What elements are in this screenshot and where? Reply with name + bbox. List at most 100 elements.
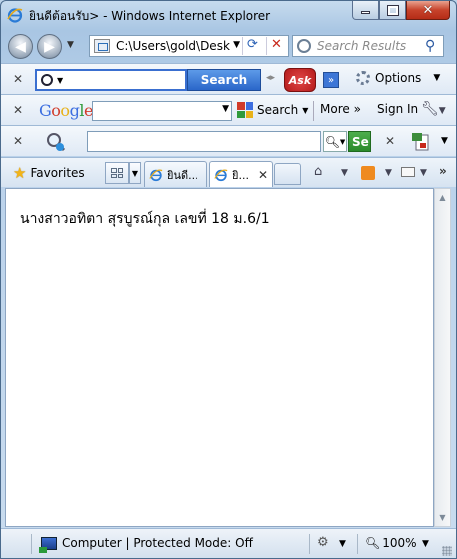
page-content: นางสาวอทิตา สุรบูรณ์กุล เลขที่ 18 ม.6/1 [5,188,434,527]
google-logo-letter: o [60,101,70,120]
magnifier-icon [41,74,53,86]
toolbar-search-input[interactable] [87,131,321,152]
google-toolbar: ✕ Google ▼ Search ▼ More » Sign In 🔧︎▼ [1,94,456,125]
search-box[interactable]: Search Results ⚲ [292,35,444,57]
toolbar-search-go-button[interactable]: Se [348,131,371,152]
mail-icon[interactable] [401,167,415,177]
options-label: Options [375,71,422,85]
forward-button[interactable]: ▶ [37,34,62,59]
protected-mode-icon[interactable]: ⚙︎ [317,535,329,550]
google-search-input[interactable]: ▼ [92,101,232,121]
minimize-icon [361,11,370,14]
google-search-button[interactable]: Search ▼ [237,102,308,118]
ask-search-input[interactable]: ▼ [35,69,187,91]
chevron-down-icon: ▼ [433,73,441,83]
tab-list-dropdown[interactable]: ▼ [129,162,141,184]
globe-search-icon [47,133,66,152]
chevron-down-icon[interactable]: ▼ [441,136,448,146]
recent-pages-dropdown[interactable]: ▼ [67,40,74,50]
close-tab-icon[interactable]: ✕ [258,168,268,182]
window-title: ยินดีต้อนรับ> - Windows Internet Explore… [29,9,271,23]
google-logo-letter: g [69,101,80,120]
chevron-down-icon[interactable]: ▼ [339,539,346,549]
tab-bar: ★ Favorites ▼ ยินดี... ยิ... ✕ ⌂ ▼ ▼ ▼ » [1,157,456,187]
home-icon[interactable]: ⌂ [314,164,322,179]
status-divider [357,534,358,554]
computer-icon [39,536,57,553]
favorites-button[interactable]: ★ Favorites [13,164,85,182]
status-divider [31,534,32,554]
tab-2-active[interactable]: ยิ... ✕ [209,161,273,187]
tab-label: ยิ... [232,168,249,182]
ask-options-button[interactable]: Options ▼ [356,71,440,85]
google-logo-letter: G [39,101,52,120]
toolbar-close-icon[interactable]: ✕ [385,134,395,148]
gear-icon [356,71,370,85]
chevron-down-icon[interactable]: ▼ [222,104,229,114]
quick-tabs-icon [111,168,123,178]
caption-buttons: ✕ [352,1,450,21]
search-toolbar: ✕ 🔍︎ ▼ Se ✕ ▼ [1,125,456,156]
google-more-button[interactable]: More » [320,102,361,116]
chevron-right-icon[interactable]: » [439,164,447,178]
star-icon: ★ [13,164,27,182]
ask-toolbar-close-icon[interactable]: ✕ [13,72,23,86]
magnifier-icon: 🔍︎ [324,134,340,149]
search-input[interactable]: Search Results [317,39,425,53]
tab-label: ยินดี... [167,168,197,182]
address-input[interactable]: C:\Users\gold\Desk [116,39,234,53]
feeds-icon[interactable] [361,166,375,180]
search-toolbar-close-icon[interactable]: ✕ [13,134,23,148]
search-provider-icon [297,39,311,53]
ask-more-button[interactable]: » [323,72,339,88]
status-divider [309,534,310,554]
chevron-down-icon[interactable]: ▼ [422,539,429,549]
resize-grip-icon[interactable] [442,546,452,556]
address-bar[interactable]: C:\Users\gold\Desk ▼ ⟳ ✕ [89,35,289,57]
google-signin-button[interactable]: Sign In [377,102,418,116]
magnifier-dropdown-button[interactable]: 🔍︎ ▼ [323,131,347,152]
address-dropdown[interactable]: ▼ [233,40,240,50]
page-text: นางสาวอทิตา สุรบูรณ์กุล เลขที่ 18 ม.6/1 [20,211,270,227]
tab-1[interactable]: ยินดี... [144,161,207,187]
pdf-convert-icon[interactable] [410,131,432,153]
close-button[interactable]: ✕ [406,1,450,20]
favorites-label: Favorites [30,166,85,180]
ask-logo-button[interactable]: Ask [284,68,316,92]
maximize-button[interactable] [379,1,406,20]
scroll-down-icon[interactable]: ▼ [435,509,450,526]
chevron-down-icon[interactable]: ▼ [341,168,348,178]
security-zone[interactable]: Computer | Protected Mode: Off [39,536,253,553]
chevron-down-icon[interactable]: ▼ [385,168,392,178]
page-icon [94,39,110,53]
ie-page-icon [214,169,228,181]
chevron-down-icon[interactable]: ▼ [57,76,63,85]
resize-grip-icon[interactable]: ◂▸ [266,73,275,83]
maximize-icon [386,4,399,16]
back-button[interactable]: ◀ [8,34,33,59]
google-search-label: Search [257,103,299,117]
forward-arrow-icon: ▶ [44,38,55,55]
new-tab-button[interactable] [274,163,301,185]
address-row: ◀ ▶ ▼ C:\Users\gold\Desk ▼ ⟳ ✕ Search Re… [1,30,456,62]
vertical-scrollbar[interactable]: ▲ ▼ [434,188,451,527]
refresh-button[interactable]: ⟳ [242,37,262,55]
chevron-down-icon: ▼ [302,105,309,115]
ie-logo-icon [7,8,23,23]
zoom-button[interactable]: 🔍︎ 100% [365,536,417,550]
ask-toolbar: ✕ ▼ Search ◂▸ Ask » Options ▼ [1,63,456,94]
zone-text: Computer | Protected Mode: Off [62,536,253,550]
ie-page-icon [149,169,163,181]
minimize-button[interactable] [352,1,379,20]
search-icon[interactable]: ⚲ [425,38,435,54]
google-toolbar-close-icon[interactable]: ✕ [13,103,23,117]
wrench-icon[interactable]: 🔧︎▼ [421,101,446,117]
zoom-icon: 🔍︎ [365,536,381,550]
scroll-up-icon[interactable]: ▲ [435,189,450,206]
quick-tabs-button[interactable] [105,162,129,184]
ask-search-button[interactable]: Search [187,69,261,91]
close-icon: ✕ [422,2,434,18]
stop-button[interactable]: ✕ [266,37,286,55]
chevron-down-icon: ▼ [339,137,346,146]
chevron-down-icon[interactable]: ▼ [420,168,427,178]
